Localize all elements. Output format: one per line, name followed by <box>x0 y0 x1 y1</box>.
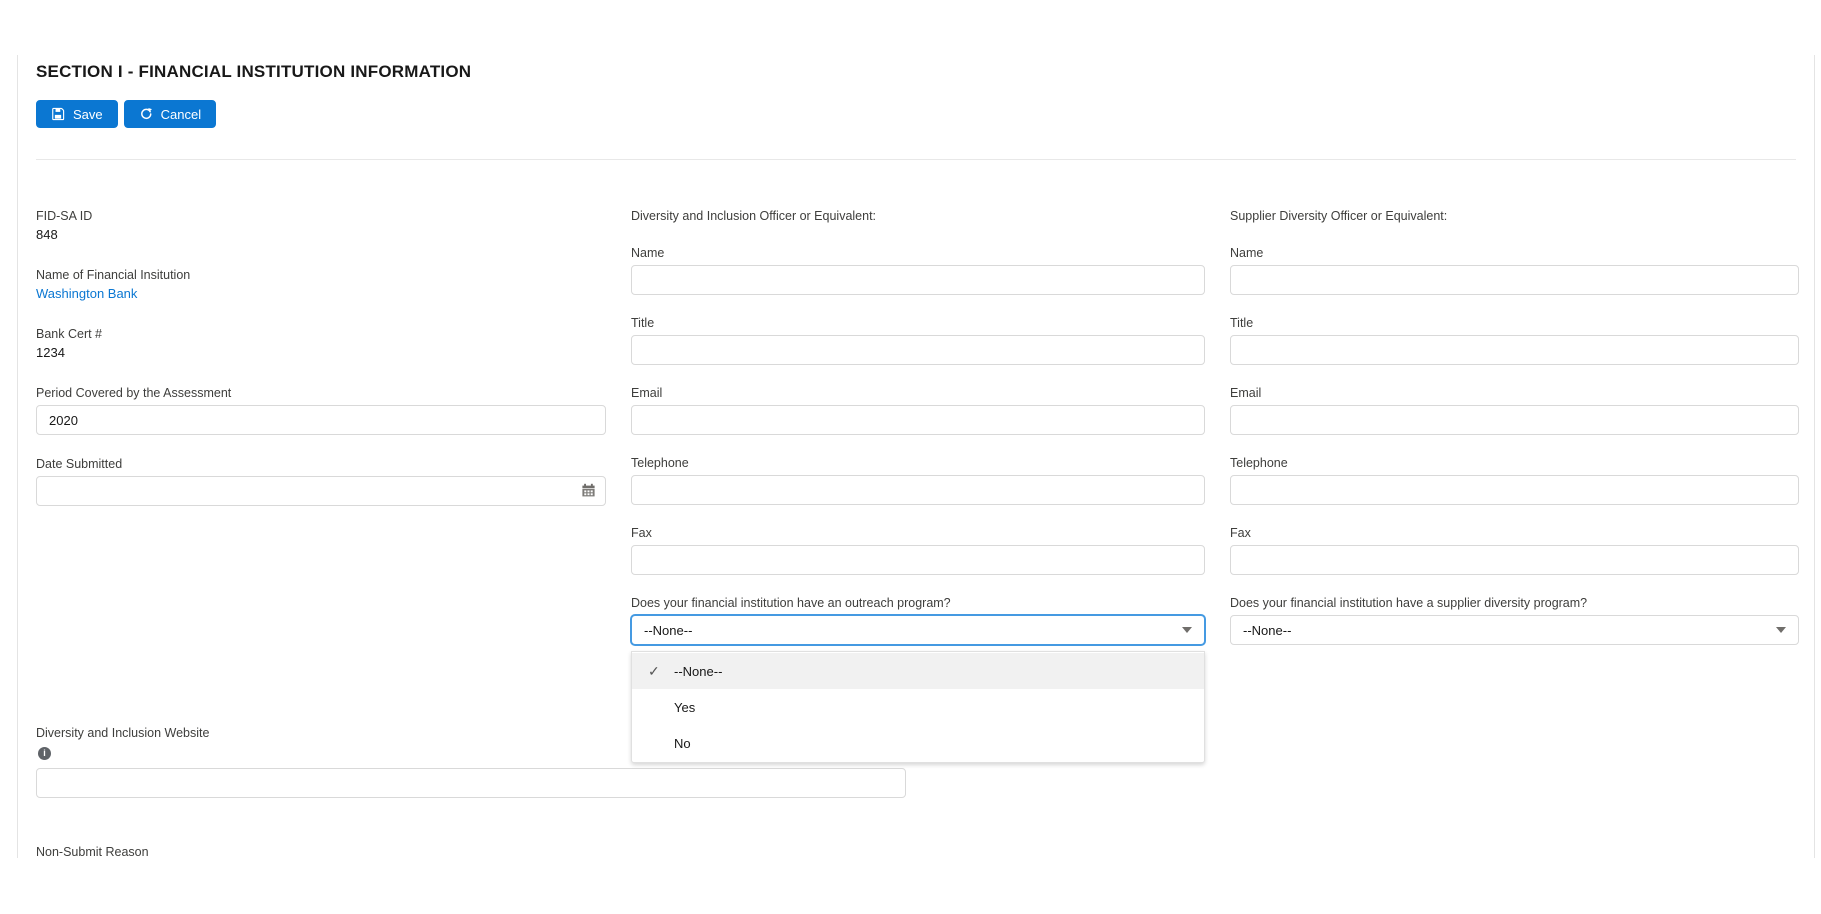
sd-title-input[interactable] <box>1230 335 1799 365</box>
di-title-label: Title <box>631 315 1205 331</box>
chevron-down-icon <box>1776 627 1786 633</box>
sd-title-field: Title <box>1230 315 1799 365</box>
sd-title-label: Title <box>1230 315 1799 331</box>
checkmark-icon: ✓ <box>648 663 674 680</box>
date-submitted-input[interactable] <box>36 476 606 506</box>
dropdown-option-no[interactable]: No <box>632 725 1204 761</box>
diversity-officer-column: Diversity and Inclusion Officer or Equiv… <box>631 208 1205 645</box>
institution-name-link[interactable]: Washington Bank <box>36 285 606 302</box>
dropdown-option-none-label: --None-- <box>674 664 722 679</box>
toolbar: Save Cancel <box>36 100 1796 128</box>
sd-email-input[interactable] <box>1230 405 1799 435</box>
di-title-input[interactable] <box>631 335 1205 365</box>
di-title-field: Title <box>631 315 1205 365</box>
sd-name-label: Name <box>1230 245 1799 261</box>
website-input[interactable] <box>36 768 906 798</box>
sd-fax-label: Fax <box>1230 525 1799 541</box>
supplier-combobox-value: --None-- <box>1243 623 1291 638</box>
di-email-label: Email <box>631 385 1205 401</box>
dropdown-option-no-label: No <box>674 736 691 751</box>
date-submitted-label: Date Submitted <box>36 456 606 472</box>
sd-telephone-label: Telephone <box>1230 455 1799 471</box>
bank-cert-field: Bank Cert # 1234 <box>36 326 606 361</box>
dropdown-option-yes[interactable]: Yes <box>632 689 1204 725</box>
save-button[interactable]: Save <box>36 100 118 128</box>
bank-cert-value: 1234 <box>36 344 606 361</box>
institution-name-label: Name of Financial Insitution <box>36 267 606 283</box>
cancel-button[interactable]: Cancel <box>124 100 216 128</box>
di-telephone-label: Telephone <box>631 455 1205 471</box>
di-email-field: Email <box>631 385 1205 435</box>
info-icon[interactable]: i <box>38 747 51 760</box>
refresh-icon <box>139 107 153 121</box>
form-grid: FID-SA ID 848 Name of Financial Insituti… <box>36 208 1796 645</box>
save-button-label: Save <box>73 107 103 122</box>
period-field: Period Covered by the Assessment <box>36 385 606 435</box>
dropdown-option-yes-label: Yes <box>674 700 695 715</box>
non-submit-field: Non-Submit Reason i <box>36 844 1796 858</box>
outreach-dropdown-panel: ✓ --None-- Yes No <box>631 651 1205 763</box>
fid-sa-id-field: FID-SA ID 848 <box>36 208 606 243</box>
fid-sa-id-value: 848 <box>36 226 606 243</box>
chevron-down-icon <box>1182 627 1192 633</box>
supplier-question-label: Does your financial institution have a s… <box>1230 595 1799 611</box>
period-input[interactable] <box>36 405 606 435</box>
cancel-button-label: Cancel <box>161 107 201 122</box>
bank-cert-label: Bank Cert # <box>36 326 606 342</box>
sd-telephone-field: Telephone <box>1230 455 1799 505</box>
supplier-officer-column: Supplier Diversity Officer or Equivalent… <box>1230 208 1799 645</box>
date-submitted-field: Date Submitted <box>36 456 606 506</box>
sd-email-field: Email <box>1230 385 1799 435</box>
di-telephone-input[interactable] <box>631 475 1205 505</box>
outreach-question-label: Does your financial institution have an … <box>631 595 1205 611</box>
di-telephone-field: Telephone <box>631 455 1205 505</box>
outreach-combobox-value: --None-- <box>644 623 692 638</box>
di-fax-label: Fax <box>631 525 1205 541</box>
sd-email-label: Email <box>1230 385 1799 401</box>
di-name-field: Name <box>631 245 1205 295</box>
di-fax-field: Fax <box>631 525 1205 575</box>
di-name-label: Name <box>631 245 1205 261</box>
di-fax-input[interactable] <box>631 545 1205 575</box>
calendar-icon[interactable] <box>581 483 596 498</box>
sd-fax-input[interactable] <box>1230 545 1799 575</box>
di-name-input[interactable] <box>631 265 1205 295</box>
page-title: SECTION I - FINANCIAL INSTITUTION INFORM… <box>36 62 1796 82</box>
outreach-question-field: Does your financial institution have an … <box>631 595 1205 645</box>
section-panel: SECTION I - FINANCIAL INSTITUTION INFORM… <box>17 55 1815 858</box>
institution-name-field: Name of Financial Insitution Washington … <box>36 267 606 302</box>
supplier-combobox[interactable]: --None-- <box>1230 615 1799 645</box>
fid-sa-id-label: FID-SA ID <box>36 208 606 224</box>
sd-name-input[interactable] <box>1230 265 1799 295</box>
supplier-question-field: Does your financial institution have a s… <box>1230 595 1799 645</box>
period-label: Period Covered by the Assessment <box>36 385 606 401</box>
institution-column: FID-SA ID 848 Name of Financial Insituti… <box>36 208 606 645</box>
outreach-combobox[interactable]: --None-- <box>631 615 1205 645</box>
dropdown-option-none[interactable]: ✓ --None-- <box>632 653 1204 689</box>
toolbar-divider <box>36 159 1796 160</box>
sd-fax-field: Fax <box>1230 525 1799 575</box>
sd-telephone-input[interactable] <box>1230 475 1799 505</box>
supplier-officer-header: Supplier Diversity Officer or Equivalent… <box>1230 208 1799 224</box>
di-email-input[interactable] <box>631 405 1205 435</box>
save-icon <box>51 107 65 121</box>
diversity-officer-header: Diversity and Inclusion Officer or Equiv… <box>631 208 1205 224</box>
non-submit-label: Non-Submit Reason <box>36 844 1796 858</box>
sd-name-field: Name <box>1230 245 1799 295</box>
